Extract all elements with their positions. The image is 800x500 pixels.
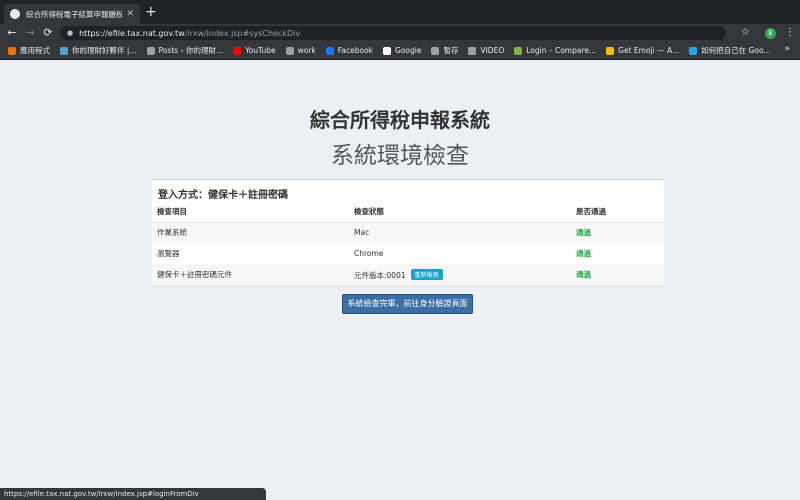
- column-header-result: 是否通過: [571, 201, 664, 223]
- bookmark-item[interactable]: Login – Compare...: [514, 46, 596, 55]
- globe-icon: [10, 9, 20, 19]
- bookmark-label: Google: [395, 46, 422, 55]
- bookmark-label: work: [297, 46, 316, 55]
- proceed-to-verification-button[interactable]: 系統檢查完畢，前往身分驗證頁面: [342, 294, 473, 314]
- check-item: 健保卡＋註冊密碼元件: [152, 264, 349, 285]
- tab-strip: 綜合所得稅電子結算申報繳稅系統 ✕ +: [0, 0, 800, 24]
- table-row: 健保卡＋註冊密碼元件 元件版本:0001 重新檢測 通過: [152, 264, 664, 285]
- column-header-status: 檢查狀態: [349, 201, 571, 223]
- forward-arrow-icon[interactable]: →: [23, 26, 37, 40]
- login-method-heading: 登入方式：健保卡＋註冊密碼: [158, 190, 288, 201]
- check-status: 元件版本:0001: [354, 270, 406, 280]
- folder-icon: [468, 46, 477, 55]
- bookmark-label: Login – Compare...: [526, 46, 597, 55]
- system-check-panel: 登入方式：健保卡＋註冊密碼 檢查項目 檢查狀態 是否通過 作業系統 Mac 通過…: [152, 179, 664, 285]
- bookmark-label: Get Emoji — A...: [618, 46, 680, 55]
- page-icon: [146, 46, 155, 55]
- check-status: Mac: [349, 222, 571, 243]
- bookmark-item[interactable]: 如何把自己在 Goo...: [689, 45, 771, 56]
- check-status-cell: 元件版本:0001 重新檢測: [349, 264, 571, 285]
- bookmark-label: YouTube: [245, 46, 276, 55]
- check-result: 通過: [571, 222, 664, 243]
- check-table: 檢查項目 檢查狀態 是否通過 作業系統 Mac 通過 瀏覽器 Chrome 通過…: [152, 201, 664, 285]
- google-icon: [383, 46, 392, 55]
- bookmark-item[interactable]: Facebook: [325, 46, 374, 55]
- recheck-button[interactable]: 重新檢測: [410, 268, 443, 280]
- check-result: 通過: [576, 249, 591, 258]
- page-subtitle: 系統環境檢查: [331, 143, 469, 169]
- emoji-icon: [606, 46, 615, 55]
- table-row: 瀏覽器 Chrome 通過: [152, 243, 664, 264]
- bookmark-star-icon[interactable]: ☆: [741, 26, 750, 40]
- check-item: 作業系統: [152, 222, 349, 243]
- check-result: 通過: [571, 264, 664, 285]
- bookmark-item[interactable]: 你的理財好夥伴 |...: [60, 45, 137, 56]
- check-status: Chrome: [354, 249, 384, 258]
- bookmark-label: VIDEO: [480, 46, 505, 55]
- lock-icon: ●: [67, 29, 74, 37]
- new-tab-button[interactable]: +: [145, 5, 157, 19]
- bookmark-item[interactable]: Posts ‹ 你的理財...: [146, 45, 224, 56]
- finance-icon: [60, 46, 68, 55]
- bookmark-label: 應用程式: [20, 46, 50, 55]
- toolbar: ← → ⟳ ● https://efile.tax.nat.gov.tw/irx…: [0, 24, 800, 42]
- facebook-icon: [325, 46, 334, 55]
- menu-icon[interactable]: ⋮: [785, 26, 795, 40]
- login-icon: [514, 46, 523, 55]
- bookmark-label: 如何把自己在 Goo...: [701, 46, 771, 55]
- bookmark-item[interactable]: 應用程式: [8, 45, 50, 56]
- bookmark-item[interactable]: 暫存: [431, 45, 458, 56]
- bookmark-label: 你的理財好夥伴 |...: [72, 46, 137, 55]
- status-bar-url: https://efile.tax.nat.gov.tw/irxw/index.…: [0, 488, 266, 500]
- bookmark-label: Facebook: [337, 46, 374, 55]
- check-item: 瀏覽器: [157, 249, 180, 258]
- browser-tab[interactable]: 綜合所得稅電子結算申報繳稅系統 ✕: [4, 4, 140, 24]
- close-icon[interactable]: ✕: [126, 9, 134, 19]
- page-title: 綜合所得稅申報系統: [310, 108, 490, 132]
- bookmark-item[interactable]: VIDEO: [468, 46, 504, 55]
- bookmarks-bar: 應用程式 你的理財好夥伴 |... Posts ‹ 你的理財... YouTube wo…: [0, 42, 800, 60]
- telegram-icon: [689, 46, 698, 55]
- bookmark-label: Posts ‹ 你的理財...: [158, 46, 224, 55]
- bookmarks-overflow-icon[interactable]: »: [784, 44, 790, 54]
- folder-icon: [285, 46, 294, 55]
- table-header-row: 檢查項目 檢查狀態 是否通過: [152, 201, 664, 223]
- youtube-icon: [233, 46, 242, 55]
- url-text: https://efile.tax.nat.gov.tw/irxw/index.…: [79, 28, 301, 38]
- reload-icon[interactable]: ⟳: [41, 26, 55, 40]
- tab-title: 綜合所得稅電子結算申報繳稅系統: [26, 9, 123, 19]
- column-header-item: 檢查項目: [152, 201, 349, 223]
- folder-icon: [431, 46, 440, 55]
- bookmark-item[interactable]: Get Emoji — A...: [606, 46, 679, 55]
- apps-grid-icon: [8, 46, 16, 55]
- table-row: 作業系統 Mac 通過: [152, 222, 664, 243]
- address-bar[interactable]: ● https://efile.tax.nat.gov.tw/irxw/inde…: [60, 26, 726, 40]
- bookmark-label: 暫存: [443, 46, 459, 55]
- bookmark-item[interactable]: Google: [383, 46, 421, 55]
- bookmark-item[interactable]: YouTube: [233, 46, 276, 55]
- bookmark-item[interactable]: work: [285, 46, 316, 55]
- back-arrow-icon[interactable]: ←: [5, 26, 19, 40]
- profile-avatar[interactable]: E: [765, 28, 776, 39]
